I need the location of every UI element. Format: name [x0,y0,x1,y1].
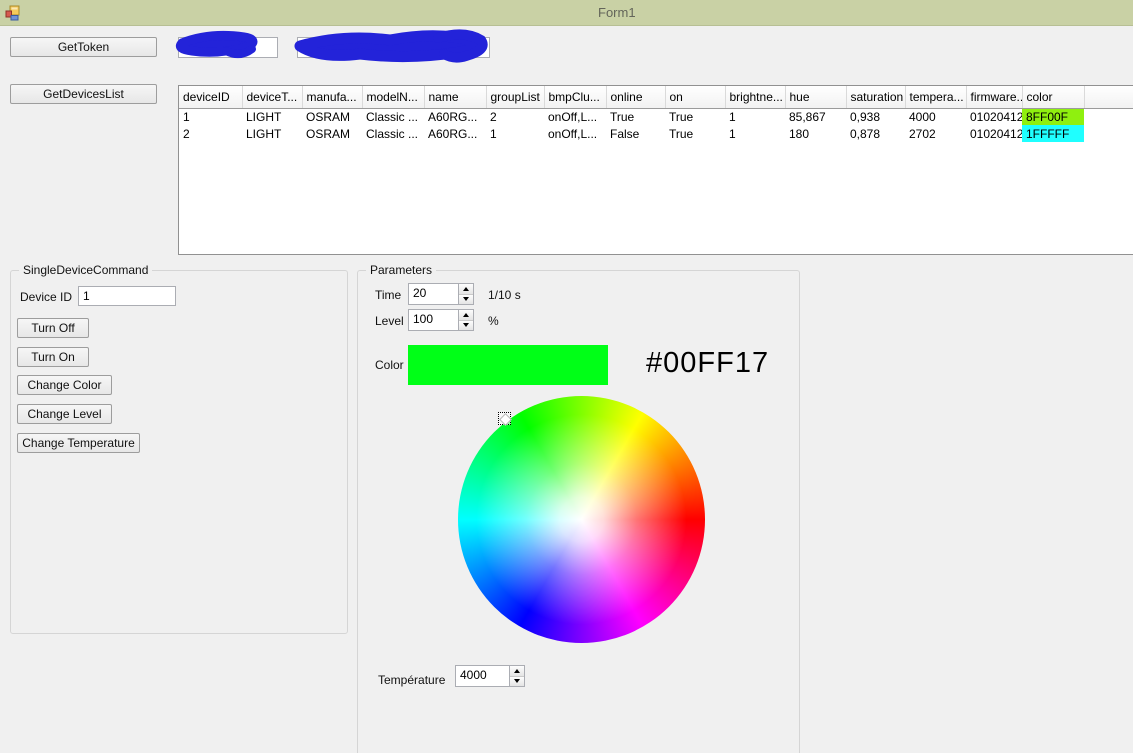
spin-up-button[interactable] [459,310,473,320]
grid-cell[interactable]: True [606,108,665,125]
grid-cell[interactable]: 1 [725,125,785,142]
column-header[interactable]: modelN... [362,86,424,108]
get-devices-list-button[interactable]: GetDevicesList [10,84,157,104]
form-window: Form1 GetToken GetDevicesList deviceID d… [0,0,1133,753]
column-header[interactable]: hue [785,86,846,108]
grid-cell[interactable]: 4000 [905,108,966,125]
device-id-input[interactable]: 1 [78,286,176,306]
color-wheel[interactable] [458,396,705,643]
time-value[interactable]: 20 [409,284,458,304]
grid-cell[interactable]: Classic ... [362,125,424,142]
column-header[interactable]: deviceID [179,86,242,108]
grid-cell[interactable]: 1 [486,125,544,142]
column-header[interactable]: firmware... [966,86,1022,108]
color-label: Color [375,358,404,372]
credential-input-2[interactable] [297,37,490,58]
grid-cell[interactable]: 2 [179,125,242,142]
single-device-command-group: SingleDeviceCommand Device ID 1 Turn Off… [10,270,348,634]
get-token-button[interactable]: GetToken [10,37,157,57]
column-header[interactable]: deviceT... [242,86,302,108]
grid-cell[interactable]: 0,938 [846,108,905,125]
color-preview [408,345,608,385]
column-header[interactable]: brightne... [725,86,785,108]
grid-cell[interactable]: A60RG... [424,108,486,125]
grid-cell[interactable]: LIGHT [242,125,302,142]
spin-down-button[interactable] [510,676,524,687]
grid-row[interactable]: 1 LIGHT OSRAM Classic ... A60RG... 2 onO… [179,108,1133,125]
level-spinner[interactable]: 100 [408,309,474,331]
temperature-spinner[interactable]: 4000 [455,665,525,687]
column-header[interactable]: saturation [846,86,905,108]
grid-cell[interactable]: 1 [725,108,785,125]
level-label: Level [375,314,404,328]
column-header-filler [1084,86,1133,108]
grid-cell[interactable]: 180 [785,125,846,142]
group-title: SingleDeviceCommand [19,263,152,277]
change-level-button[interactable]: Change Level [17,404,112,424]
app-icon [5,5,21,21]
group-title: Parameters [366,263,436,277]
grid-cell[interactable]: onOff,L... [544,108,606,125]
parameters-group: Parameters Time 20 1/10 s Level 100 % Co… [357,270,800,753]
grid-cell[interactable]: 0,878 [846,125,905,142]
grid-cell[interactable]: LIGHT [242,108,302,125]
column-header[interactable]: name [424,86,486,108]
grid-cell[interactable]: True [665,125,725,142]
grid-cell[interactable]: True [665,108,725,125]
color-wheel-cursor[interactable] [498,412,511,425]
device-id-label: Device ID [20,290,72,304]
grid-cell[interactable]: OSRAM [302,108,362,125]
grid-cell[interactable]: 2702 [905,125,966,142]
time-unit-label: 1/10 s [488,288,521,302]
grid-cell[interactable]: A60RG... [424,125,486,142]
turn-off-button[interactable]: Turn Off [17,318,89,338]
credential-input-1[interactable] [178,37,278,58]
column-header[interactable]: bmpClu... [544,86,606,108]
grid-header-row: deviceID deviceT... manufa... modelN... … [179,86,1133,108]
grid-cell[interactable]: 1 [179,108,242,125]
column-header[interactable]: on [665,86,725,108]
grid-cell[interactable]: 2 [486,108,544,125]
grid-cell[interactable]: Classic ... [362,108,424,125]
grid-cell[interactable]: 01020412 [966,125,1022,142]
temperature-value[interactable]: 4000 [456,666,509,686]
temperature-label: Température [378,673,445,687]
time-label: Time [375,288,401,302]
column-header[interactable]: groupList [486,86,544,108]
time-spinner[interactable]: 20 [408,283,474,305]
grid-cell[interactable]: onOff,L... [544,125,606,142]
title-bar[interactable]: Form1 [0,0,1133,26]
devices-grid[interactable]: deviceID deviceT... manufa... modelN... … [178,85,1133,255]
grid-row[interactable]: 2 LIGHT OSRAM Classic ... A60RG... 1 onO… [179,125,1133,142]
grid-cell[interactable]: 01020412 [966,108,1022,125]
spin-up-button[interactable] [510,666,524,676]
column-header[interactable]: manufa... [302,86,362,108]
change-color-button[interactable]: Change Color [17,375,112,395]
grid-cell[interactable]: 85,867 [785,108,846,125]
level-unit-label: % [488,314,499,328]
column-header[interactable]: online [606,86,665,108]
change-temperature-button[interactable]: Change Temperature [17,433,140,453]
grid-cell-filler [1084,108,1133,125]
grid-cell-color[interactable]: 8FF00F [1022,108,1084,125]
level-value[interactable]: 100 [409,310,458,330]
column-header[interactable]: tempera... [905,86,966,108]
turn-on-button[interactable]: Turn On [17,347,89,367]
window-title: Form1 [598,5,636,20]
color-hex-label: #00FF17 [646,347,769,380]
grid-cell-color[interactable]: 1FFFFF [1022,125,1084,142]
column-header[interactable]: color [1022,86,1084,108]
spin-down-button[interactable] [459,320,473,331]
grid-cell[interactable]: OSRAM [302,125,362,142]
spin-up-button[interactable] [459,284,473,294]
spin-down-button[interactable] [459,294,473,305]
grid-cell-filler [1084,125,1133,142]
grid-cell[interactable]: False [606,125,665,142]
